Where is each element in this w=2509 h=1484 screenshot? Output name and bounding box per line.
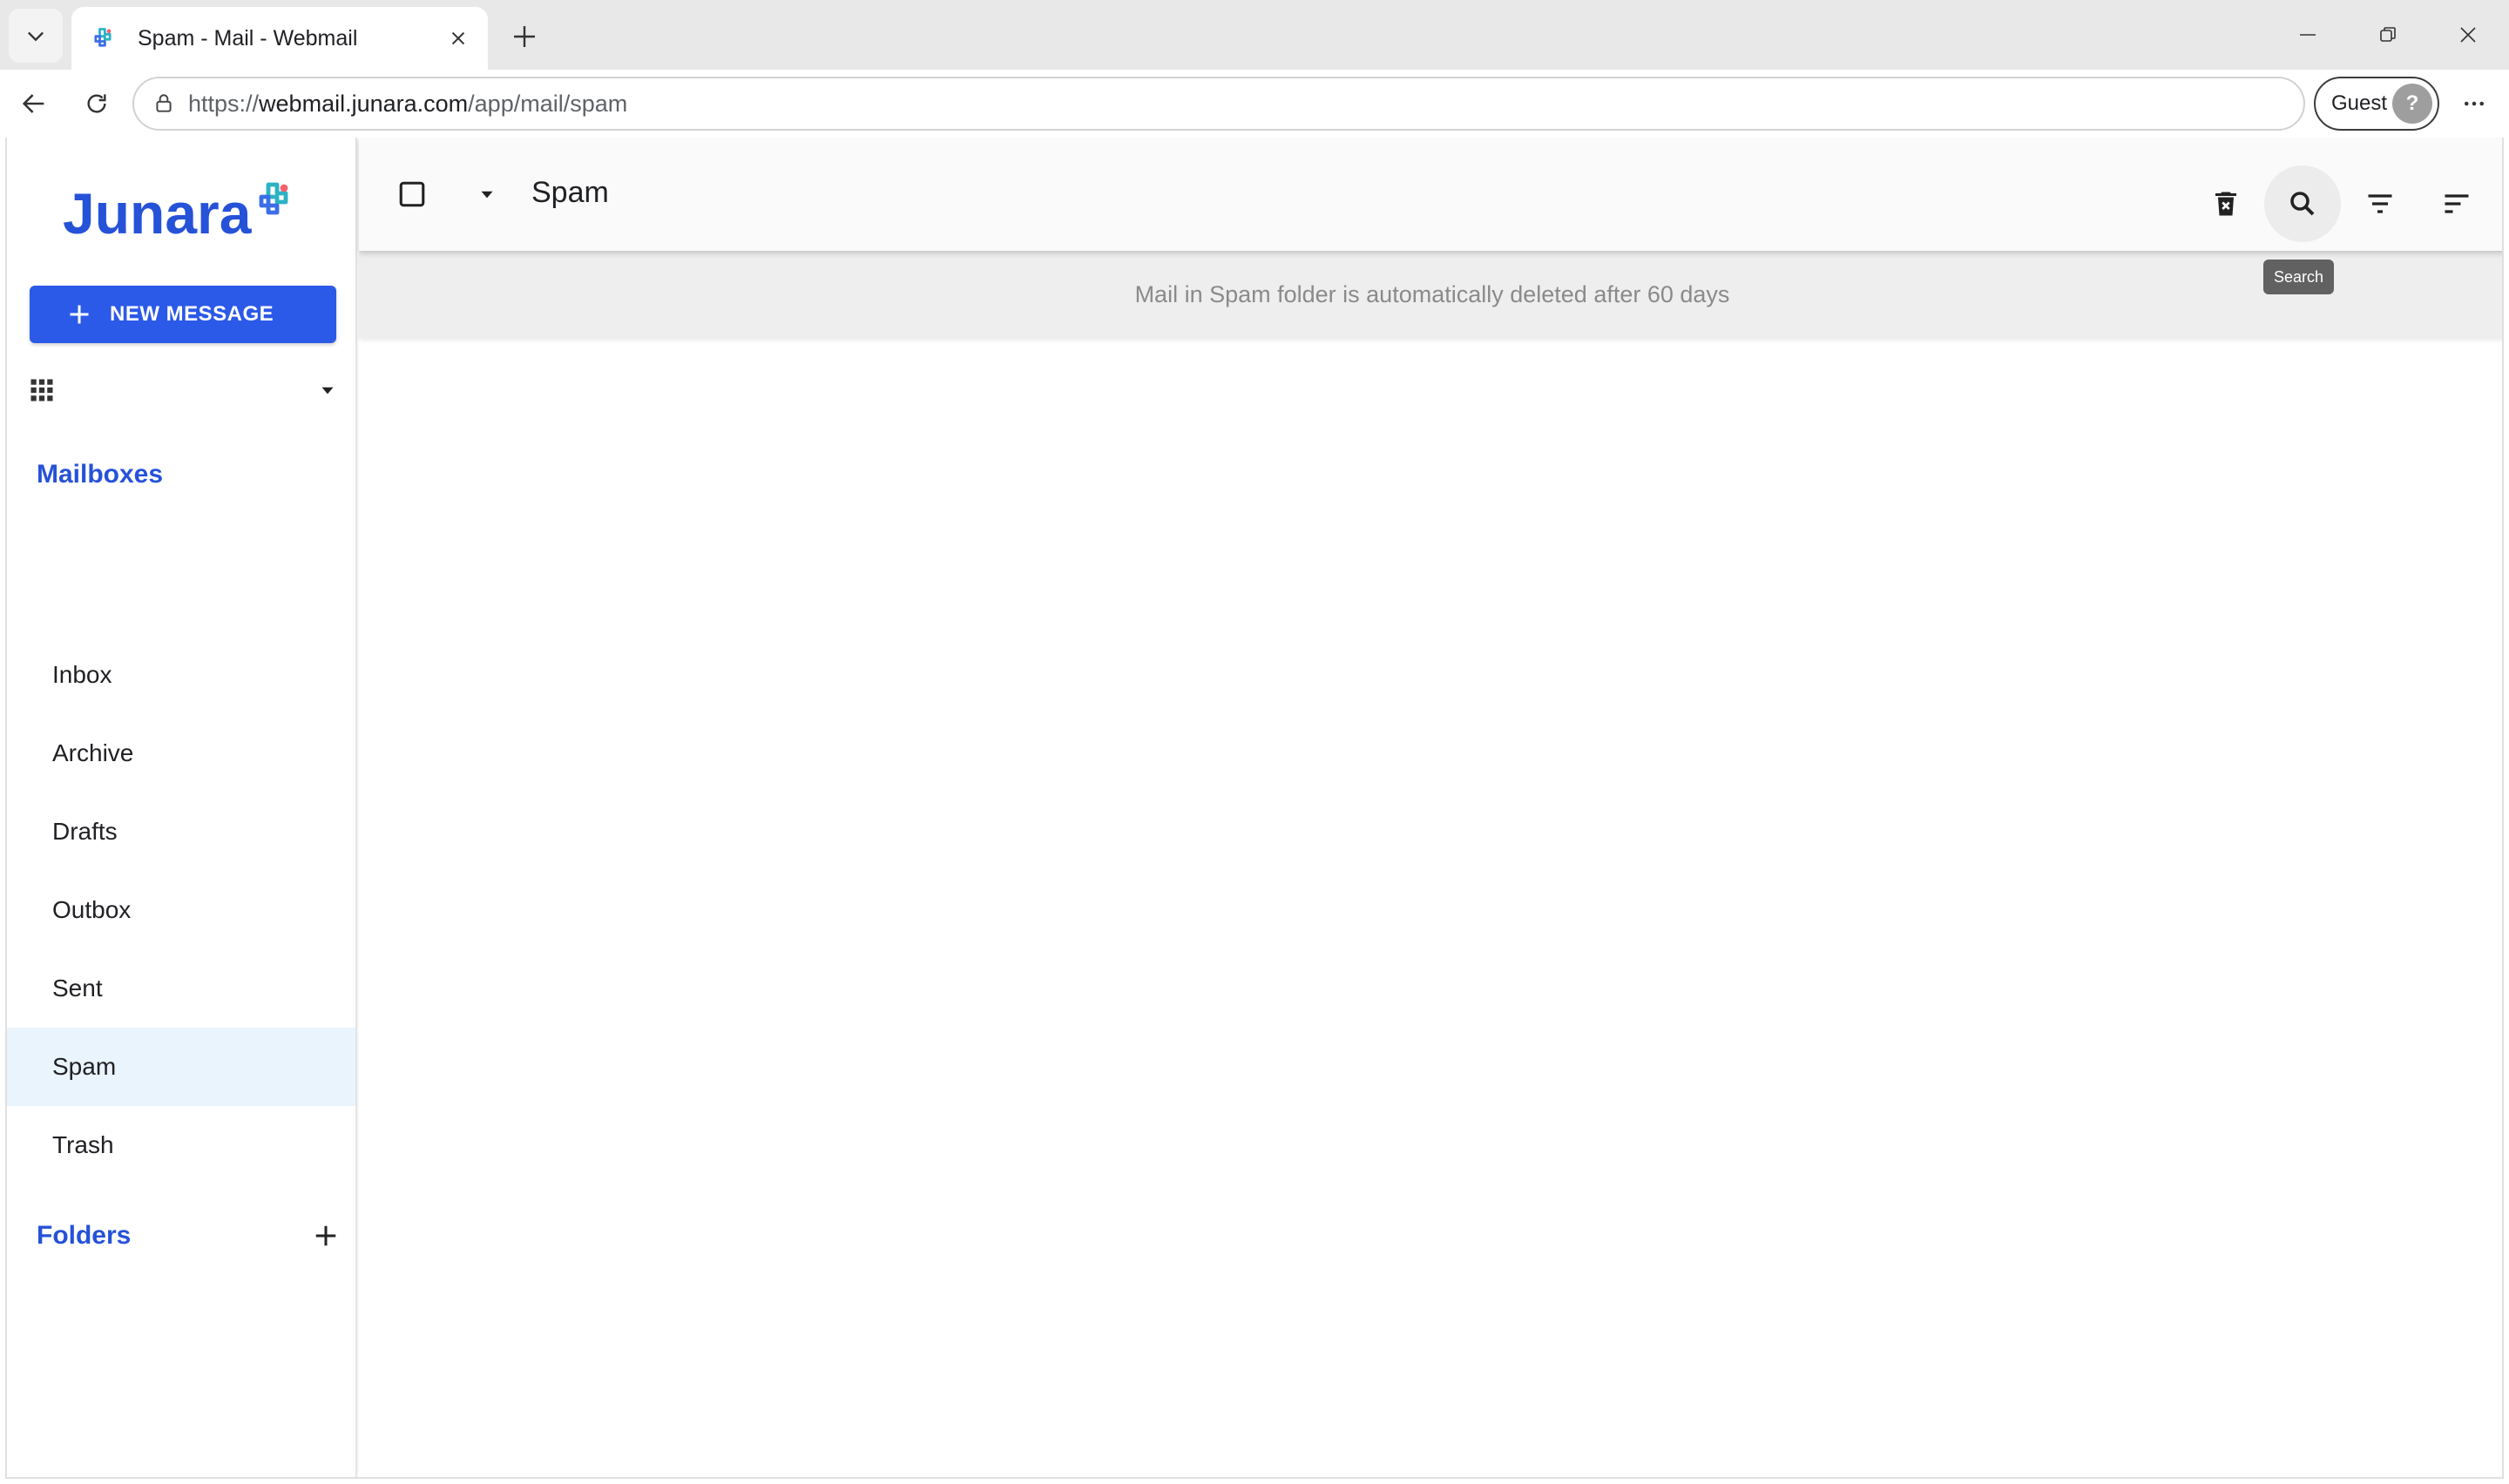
lock-icon[interactable]: [150, 90, 178, 118]
browser-tabstrip: Spam - Mail - Webmail: [0, 0, 2509, 70]
mailbox-item-inbox[interactable]: Inbox: [7, 636, 355, 714]
tab-list-button[interactable]: [9, 9, 63, 63]
browser-menu-button[interactable]: [2452, 78, 2497, 129]
plus-icon: [514, 26, 535, 47]
search-tooltip: Search: [2263, 260, 2335, 294]
message-list-toolbar: Spam: [359, 138, 2502, 251]
junara-logo-mark-icon: [253, 179, 294, 226]
close-icon: [2460, 27, 2476, 43]
webmail-app: Junara NEW MESSAGE Mailboxes Inbox Archi…: [5, 138, 2504, 1479]
profile-button[interactable]: Guest ?: [2314, 77, 2439, 131]
url-path: /app/mail/spam: [468, 90, 628, 117]
minimize-window-button[interactable]: [2277, 9, 2338, 61]
guest-avatar-icon: ?: [2392, 84, 2432, 124]
mailbox-label: Drafts: [52, 818, 118, 845]
search-icon: [2290, 192, 2315, 216]
delete-forever-icon: [2215, 192, 2236, 216]
reload-icon: [87, 94, 106, 113]
address-url: https://webmail.junara.com/app/mail/spam: [188, 91, 627, 118]
mailbox-label: Sent: [52, 975, 103, 1002]
profile-label: Guest: [2331, 91, 2388, 115]
mailbox-label: Archive: [52, 739, 134, 766]
sort-button[interactable]: [2418, 165, 2495, 242]
search-button[interactable]: [2264, 165, 2341, 242]
folders-heading[interactable]: Folders: [37, 1221, 131, 1251]
filter-icon: [2368, 194, 2392, 213]
mailbox-item-outbox[interactable]: Outbox: [7, 871, 355, 949]
mailbox-label: Inbox: [52, 661, 112, 688]
filter-button[interactable]: [2342, 165, 2418, 242]
address-bar[interactable]: https://webmail.junara.com/app/mail/spam: [132, 77, 2305, 131]
apps-switcher[interactable]: [28, 366, 342, 415]
new-tab-button[interactable]: [502, 14, 547, 59]
mailbox-label: Spam: [52, 1053, 117, 1080]
more-horizontal-icon: [2465, 101, 2484, 106]
folders-header: Folders: [37, 1214, 342, 1258]
mailbox-item-drafts[interactable]: Drafts: [7, 793, 355, 871]
selection-menu-caret-icon[interactable]: [472, 179, 502, 209]
arrow-left-icon: [22, 94, 44, 113]
mailbox-item-archive[interactable]: Archive: [7, 714, 355, 793]
close-window-button[interactable]: [2438, 9, 2499, 61]
select-all-checkbox[interactable]: [396, 178, 429, 211]
plus-icon: [66, 301, 92, 327]
add-folder-icon[interactable]: [310, 1220, 342, 1251]
mailbox-item-sent[interactable]: Sent: [7, 949, 355, 1028]
browser-tab-active[interactable]: Spam - Mail - Webmail: [71, 7, 488, 70]
url-host: webmail.junara.com: [259, 90, 469, 117]
current-folder-title: Spam: [531, 176, 609, 209]
mailbox-label: Outbox: [52, 896, 132, 923]
sort-icon: [2445, 194, 2469, 213]
new-message-button[interactable]: NEW MESSAGE: [30, 286, 336, 343]
logo-text: Junara: [63, 181, 252, 246]
chevron-down-icon: [28, 31, 44, 42]
close-tab-icon[interactable]: [441, 21, 476, 56]
restore-window-button[interactable]: [2357, 9, 2418, 61]
sidebar: Junara NEW MESSAGE Mailboxes Inbox Archi…: [7, 138, 357, 1477]
apps-grid-icon[interactable]: [28, 376, 56, 404]
reload-button[interactable]: [71, 78, 122, 129]
new-message-label: NEW MESSAGE: [110, 302, 274, 326]
junara-logo[interactable]: Junara: [63, 181, 294, 246]
browser-toolbar: https://webmail.junara.com/app/mail/spam…: [0, 70, 2509, 138]
mailboxes-heading[interactable]: Mailboxes: [37, 460, 163, 489]
tab-title: Spam - Mail - Webmail: [138, 25, 358, 51]
message-list-pane: Spam Search Mail in Spam folder is autom…: [359, 138, 2502, 1477]
junara-favicon-icon: [89, 24, 117, 52]
spam-retention-notice: Mail in Spam folder is automatically del…: [359, 251, 2502, 338]
caret-down-icon[interactable]: [314, 376, 342, 404]
back-button[interactable]: [9, 78, 59, 129]
mailbox-item-trash[interactable]: Trash: [7, 1106, 355, 1184]
restore-icon: [2380, 27, 2396, 42]
minimize-icon: [2300, 34, 2316, 36]
url-scheme: https://: [188, 90, 260, 117]
mailbox-label: Trash: [52, 1131, 114, 1158]
mailbox-item-spam[interactable]: Spam: [7, 1028, 355, 1106]
empty-folder-button[interactable]: [2188, 165, 2264, 242]
